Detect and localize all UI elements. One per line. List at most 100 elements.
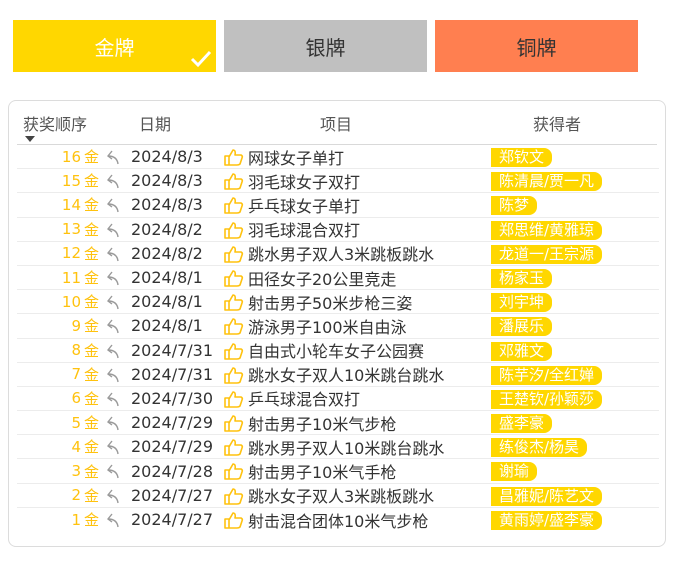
award-order: 7 (71, 365, 81, 384)
table-body: 16 金 2024/8/3 网球女子单打 郑钦文 15 金 2024/8/3 羽毛球女子双打 陈清… (17, 145, 659, 532)
table-row[interactable]: 3 金 2024/7/28 射击男子10米气手枪 谢瑜 (17, 459, 659, 484)
table-row[interactable]: 2 金 2024/7/27 跳水女子双人3米跳板跳水 昌雅妮/陈艺文 (17, 484, 659, 508)
table-row[interactable]: 1 金 2024/7/27 射击混合团体10米气步枪 黄雨婷/盛李豪 (17, 508, 659, 532)
event-name: 羽毛球女子双打 (248, 172, 361, 192)
event-name: 网球女子单打 (248, 148, 345, 168)
award-order: 9 (71, 316, 81, 335)
table-row[interactable]: 16 金 2024/8/3 网球女子单打 郑钦文 (17, 145, 659, 170)
event-name: 田径女子20公里竞走 (248, 269, 397, 289)
award-order: 16 (61, 147, 81, 166)
winner-badge: 邓雅文 (491, 341, 553, 361)
table-row[interactable]: 11 金 2024/8/1 田径女子20公里竞走 杨家玉 (17, 266, 659, 291)
award-order: 14 (61, 195, 81, 214)
tab-gold[interactable]: 金牌 (13, 20, 216, 72)
thumbs-up-icon (224, 512, 244, 529)
medal-table: 获奖顺序 日期 项目 获得者 16 金 2024/8/3 网球女子单打 郑钦文 15 金 20… (8, 100, 666, 547)
award-order: 6 (71, 389, 81, 408)
event-name: 自由式小轮车女子公园赛 (248, 342, 425, 362)
winner-badge: 谢瑜 (491, 462, 538, 482)
reply-icon (107, 198, 119, 213)
medal-type: 金 (84, 172, 100, 191)
header-event: 项目 (320, 115, 353, 134)
reply-icon (107, 150, 119, 165)
award-date: 2024/8/2 (131, 219, 203, 239)
table-row[interactable]: 10 金 2024/8/1 射击男子50米步枪三姿 刘宇坤 (17, 290, 659, 315)
table-row[interactable]: 15 金 2024/8/3 羽毛球女子双打 陈清晨/贾一凡 (17, 169, 659, 194)
reply-icon (107, 465, 119, 479)
table-row[interactable]: 4 金 2024/7/29 跳水男子双人10米跳台跳水 练俊杰/杨昊 (17, 435, 659, 460)
event-name: 射击男子10米气步枪 (248, 414, 397, 434)
award-order: 1 (71, 510, 81, 529)
award-date: 2024/7/27 (131, 485, 214, 505)
table-row[interactable]: 5 金 2024/7/29 射击男子10米气步枪 盛李豪 (17, 411, 659, 436)
award-order: 13 (61, 220, 81, 239)
medal-type: 金 (84, 244, 100, 263)
thumbs-up-icon (224, 318, 244, 336)
medal-type: 金 (84, 438, 100, 457)
winner-badge: 郑钦文 (491, 148, 553, 167)
reply-icon (107, 247, 119, 261)
award-date: 2024/8/3 (131, 171, 203, 191)
winner-badge: 郑思维/黄雅琼 (491, 220, 603, 240)
thumbs-up-icon (224, 221, 244, 239)
event-name: 跳水男子双人3米跳板跳水 (248, 245, 435, 265)
thumbs-up-icon (224, 197, 244, 215)
award-date: 2024/8/3 (131, 147, 203, 167)
award-order: 10 (61, 292, 81, 311)
thumbs-up-icon (224, 439, 244, 457)
award-date: 2024/7/27 (131, 510, 214, 530)
event-name: 射击混合团体10米气步枪 (248, 511, 429, 531)
thumbs-up-icon (224, 342, 244, 360)
thumbs-up-icon (224, 173, 244, 190)
reply-icon (107, 174, 119, 189)
table-row[interactable]: 9 金 2024/8/1 游泳男子100米自由泳 潘展乐 (17, 314, 659, 339)
table-row[interactable]: 14 金 2024/8/3 乒乓球女子单打 陈梦 (17, 193, 659, 218)
table-row[interactable]: 7 金 2024/7/31 跳水女子双人10米跳台跳水 陈芋汐/全红婵 (17, 363, 659, 387)
table-row[interactable]: 8 金 2024/7/31 自由式小轮车女子公园赛 邓雅文 (17, 339, 659, 363)
tab-bronze[interactable]: 铜牌 (435, 20, 638, 72)
reply-icon (107, 440, 119, 455)
award-order: 4 (71, 437, 81, 456)
reply-icon (107, 295, 119, 310)
event-name: 跳水女子双人3米跳板跳水 (248, 487, 435, 507)
reply-icon (107, 513, 119, 527)
sort-desc-icon[interactable] (25, 136, 35, 142)
award-date: 2024/8/3 (131, 195, 203, 215)
medal-type: 金 (84, 148, 100, 167)
tab-silver[interactable]: 银牌 (224, 20, 427, 72)
medal-type: 金 (84, 365, 100, 384)
award-order: 2 (71, 486, 81, 505)
reply-icon (107, 392, 119, 406)
table-row[interactable]: 13 金 2024/8/2 羽毛球混合双打 郑思维/黄雅琼 (17, 218, 659, 242)
header-date: 日期 (139, 115, 172, 134)
reply-icon (107, 489, 119, 503)
award-order: 11 (61, 268, 81, 287)
thumbs-up-icon (224, 366, 244, 384)
medal-type: 金 (84, 414, 100, 433)
winner-badge: 龙道一/王宗源 (491, 244, 603, 264)
winner-badge: 陈芋汐/全红婵 (491, 365, 603, 385)
winner-badge: 刘宇坤 (491, 293, 553, 313)
reply-icon (107, 223, 119, 237)
award-date: 2024/8/1 (131, 292, 203, 312)
thumbs-up-icon (224, 294, 244, 311)
winner-badge: 盛李豪 (491, 414, 553, 434)
header-order[interactable]: 获奖顺序 (23, 111, 87, 135)
table-row[interactable]: 6 金 2024/7/30 乒乓球混合双打 王楚钦/孙颖莎 (17, 387, 659, 412)
thumbs-up-icon (224, 463, 244, 481)
award-date: 2024/8/1 (131, 316, 203, 336)
tab-bronze-label: 铜牌 (516, 35, 557, 60)
tab-gold-label: 金牌 (94, 35, 135, 60)
award-order: 12 (61, 244, 81, 263)
medal-type: 金 (84, 511, 100, 530)
table-row[interactable]: 12 金 2024/8/2 跳水男子双人3米跳板跳水 龙道一/王宗源 (17, 242, 659, 266)
award-date: 2024/8/1 (131, 268, 203, 288)
event-name: 跳水女子双人10米跳台跳水 (248, 366, 445, 386)
award-date: 2024/7/31 (131, 340, 214, 360)
winner-badge: 杨家玉 (491, 268, 553, 288)
award-date: 2024/8/2 (131, 243, 203, 263)
medal-type: 金 (84, 269, 100, 288)
reply-icon (107, 344, 119, 358)
header-winner: 获得者 (533, 115, 582, 134)
medal-type: 金 (84, 389, 100, 408)
